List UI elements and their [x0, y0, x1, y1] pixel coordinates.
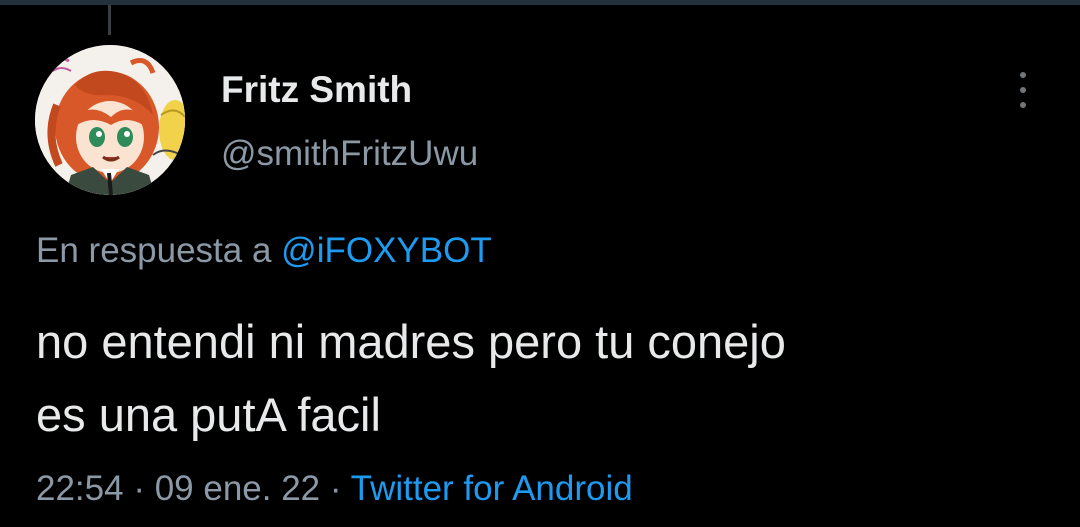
more-vertical-icon-dot-2	[1020, 87, 1026, 93]
thread-connector-line	[108, 5, 111, 35]
more-options-button[interactable]	[1006, 68, 1040, 112]
avatar[interactable]	[35, 45, 185, 195]
reply-prefix: En respuesta a	[36, 231, 272, 270]
meta-separator: ·	[133, 469, 145, 508]
author-display-name[interactable]: Fritz Smith	[221, 68, 412, 112]
author-handle[interactable]: @smithFritzUwu	[221, 133, 478, 175]
more-vertical-icon-dot-3	[1020, 102, 1026, 108]
tweet-source-link[interactable]: Twitter for Android	[351, 469, 633, 508]
tweet-text: no entendi ni madres pero tu conejo es u…	[36, 305, 1046, 451]
tweet-text-line: no entendi ni madres pero tu conejo	[36, 315, 786, 368]
top-divider	[0, 0, 1080, 5]
meta-separator: ·	[329, 469, 342, 508]
reply-context: En respuesta a @iFOXYBOT	[36, 230, 492, 272]
anime-character-avatar-icon	[35, 45, 185, 195]
tweet-text-line: es una putA facil	[36, 388, 381, 441]
tweet-date[interactable]: 09 ene. 22	[155, 469, 320, 508]
reply-to-mention[interactable]: @iFOXYBOT	[281, 231, 492, 270]
more-vertical-icon	[1020, 72, 1026, 78]
tweet-metadata: 22:54 · 09 ene. 22 · Twitter for Android	[36, 468, 633, 510]
tweet-time[interactable]: 22:54	[36, 469, 124, 508]
